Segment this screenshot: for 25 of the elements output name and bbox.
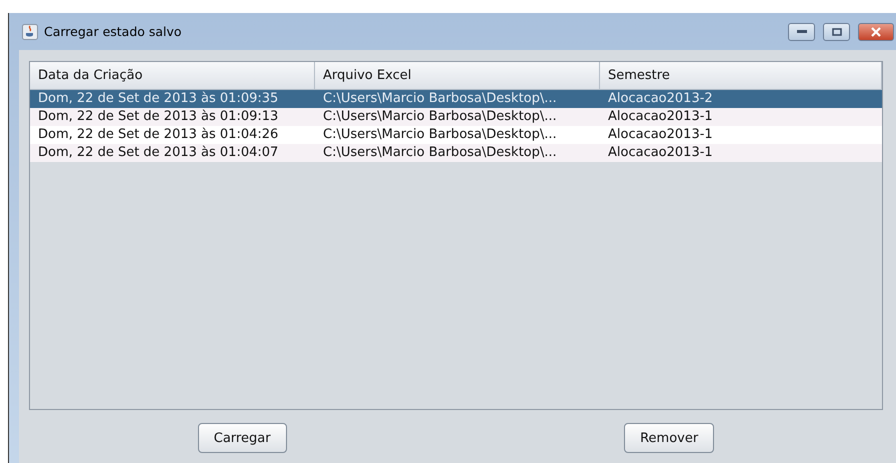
maximize-button[interactable] [823, 22, 850, 40]
remove-button[interactable]: Remover [624, 423, 714, 453]
table-cell[interactable]: C:\Users\Marcio Barbosa\Desktop\... [315, 90, 600, 108]
window-title: Carregar estado salvo [44, 24, 182, 39]
table-cell[interactable]: Alocacao2013-1 [600, 144, 882, 162]
table-cell[interactable]: C:\Users\Marcio Barbosa\Desktop\... [315, 108, 600, 126]
table-cell[interactable]: Alocacao2013-1 [600, 126, 882, 144]
coffee-cup-icon [22, 24, 38, 40]
table-cell[interactable]: Alocacao2013-1 [600, 108, 882, 126]
maximize-icon [832, 28, 842, 36]
table-cell[interactable]: C:\Users\Marcio Barbosa\Desktop\... [315, 126, 600, 144]
table-cell[interactable]: C:\Users\Marcio Barbosa\Desktop\... [315, 144, 600, 162]
minimize-button[interactable] [788, 22, 815, 40]
table-cell[interactable]: Dom, 22 de Set de 2013 às 01:04:07 [30, 144, 315, 162]
table-cell[interactable]: Dom, 22 de Set de 2013 às 01:09:35 [30, 90, 315, 108]
column-header[interactable]: Semestre [600, 62, 882, 90]
load-button[interactable]: Carregar [198, 423, 287, 453]
table-cell[interactable]: Dom, 22 de Set de 2013 às 01:04:26 [30, 126, 315, 144]
column-header[interactable]: Arquivo Excel [315, 62, 600, 90]
close-button[interactable] [858, 22, 894, 40]
column-header[interactable]: Data da Criação [30, 62, 315, 90]
table-cell[interactable]: Dom, 22 de Set de 2013 às 01:09:13 [30, 108, 315, 126]
minimize-icon [796, 30, 806, 34]
table-cell[interactable]: Alocacao2013-2 [600, 90, 882, 108]
close-icon [870, 26, 882, 36]
